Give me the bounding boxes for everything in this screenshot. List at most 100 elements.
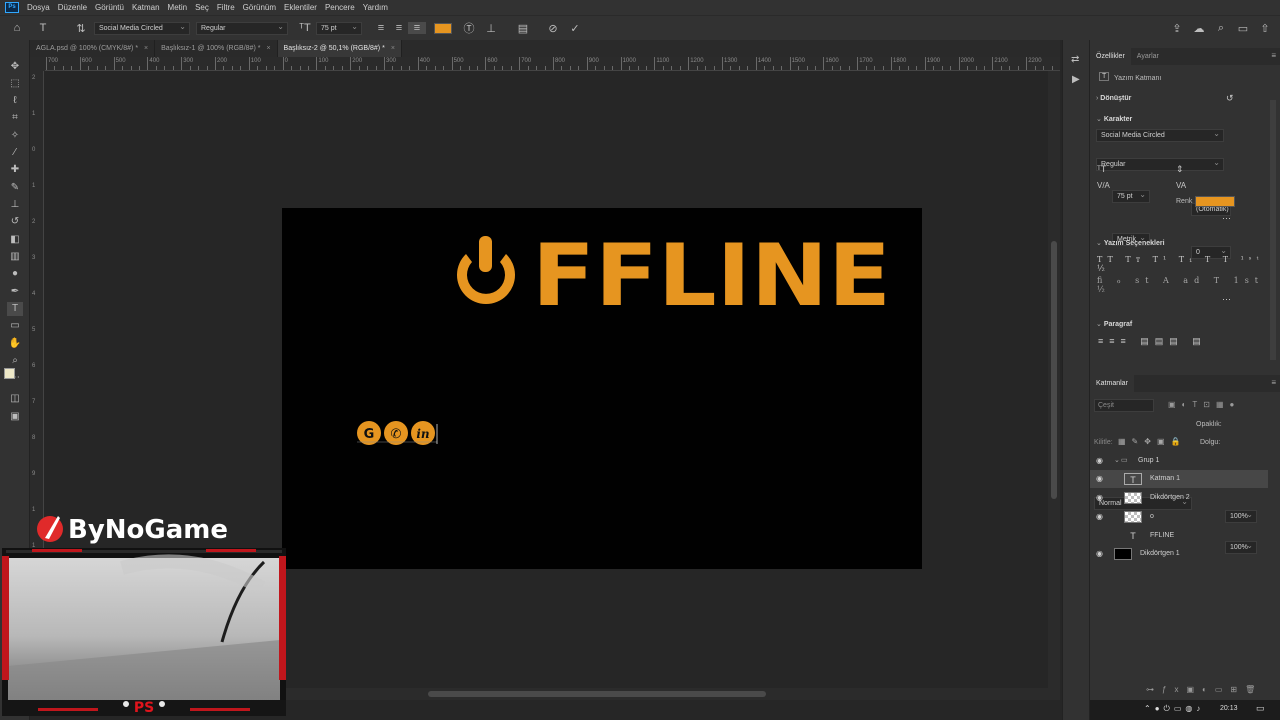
commit-check-icon[interactable]: ✓	[566, 22, 584, 35]
horizontal-scrollbar[interactable]	[285, 688, 1060, 700]
cancel-icon[interactable]: ⊘	[544, 22, 562, 35]
character-color-swatch[interactable]	[1195, 196, 1235, 207]
tab-katmanlar[interactable]: Katmanlar	[1090, 375, 1134, 392]
align-left-icon[interactable]: ≡	[372, 22, 390, 34]
type-orientation-icon[interactable]: ⇅	[72, 22, 90, 35]
section-transform[interactable]: Dönüştür	[1096, 95, 1131, 102]
foreground-color-swatch[interactable]	[4, 368, 15, 379]
align-right-icon[interactable]: ≡	[408, 22, 426, 34]
horizontal-ruler[interactable]: 700 600 500 400 300 200 100 0 100 200 300 400 500 600…	[45, 57, 1060, 71]
eraser-tool-icon[interactable]: ◧	[7, 233, 23, 247]
type-tool-active-icon[interactable]: T	[7, 302, 23, 316]
character-font-family[interactable]: Social Media Circled	[1096, 128, 1224, 142]
menu-goruntu[interactable]: Görüntü	[91, 3, 128, 12]
menu-sec[interactable]: Seç	[191, 3, 213, 12]
visibility-eye-icon[interactable]: ◉	[1096, 470, 1103, 488]
reset-transform-icon[interactable]: ↺	[1226, 93, 1234, 104]
healing-brush-tool-icon[interactable]: ✚	[7, 163, 23, 177]
layer-filter-input[interactable]: Çeşit	[1094, 399, 1154, 412]
gradient-tool-icon[interactable]: ▥	[7, 250, 23, 264]
close-icon[interactable]: ×	[266, 45, 270, 52]
notification-icon[interactable]: ▭	[1256, 703, 1265, 714]
panel-menu-icon[interactable]: ≡	[1271, 51, 1276, 60]
screen-mode-icon[interactable]: ▣	[7, 410, 23, 424]
share-icon[interactable]: ⇪	[1168, 22, 1186, 35]
character-font-style[interactable]: Regular	[1096, 157, 1224, 171]
close-icon[interactable]: ×	[391, 45, 395, 52]
more-options-icon[interactable]: ⋯	[1222, 213, 1231, 224]
panels-icon[interactable]: ▤	[514, 22, 532, 35]
opentype-buttons[interactable]: ﬁ ℴ st A ad T 1st ½	[1097, 276, 1280, 294]
zoom-tool-icon[interactable]: ⌕	[7, 354, 23, 368]
section-paragraph[interactable]: Paragraf	[1096, 320, 1132, 328]
layer-filter-icons[interactable]: ▣◐T⊡▦●	[1168, 400, 1240, 409]
tab-basliksiz-1[interactable]: Başlıksız-1 @ 100% (RGB/8#) * ×	[155, 40, 278, 57]
chevron-down-icon[interactable]: ⌄	[1114, 452, 1120, 470]
font-size-select[interactable]: 75 pt	[316, 21, 362, 35]
lock-icons[interactable]: ▦✎✥▣🔒	[1118, 437, 1186, 446]
layer-row[interactable]: ◉ ⌄ ▭ Grup 1	[1090, 452, 1268, 470]
type-tool-icon[interactable]: T	[34, 22, 52, 34]
visibility-eye-icon[interactable]: ◉	[1096, 452, 1103, 470]
3d-text-icon[interactable]: ⊥	[482, 22, 500, 35]
align-center-icon[interactable]: ≡	[390, 22, 408, 34]
tab-agla[interactable]: AGLA.psd @ 100% (CMYK/8#) * ×	[30, 40, 156, 57]
pen-tool-icon[interactable]: ✒	[7, 285, 23, 299]
marquee-tool-icon[interactable]: ⬚	[7, 77, 23, 91]
play-actions-icon[interactable]: ▶	[1072, 74, 1080, 85]
cloud-icon[interactable]: ☁	[1190, 22, 1208, 35]
layer-row[interactable]: T FFLINE	[1090, 527, 1268, 545]
dodge-tool-icon[interactable]: ●	[7, 267, 23, 281]
close-icon[interactable]: ×	[144, 45, 148, 52]
text-color-swatch[interactable]	[434, 22, 452, 34]
section-type-options[interactable]: Yazım Seçenekleri	[1096, 239, 1165, 247]
move-tool-icon[interactable]: ✥	[7, 60, 23, 74]
tab-basliksiz-2[interactable]: Başlıksız-2 @ 50,1% (RGB/8#) * ×	[277, 40, 402, 57]
menu-metin[interactable]: Metin	[164, 3, 192, 12]
type-style-buttons[interactable]: TT Tᴛ T¹ T₁ T T ¹ˢᵗ ½	[1097, 255, 1280, 273]
scroll-thumb[interactable]	[428, 691, 766, 697]
properties-scrollbar[interactable]	[1270, 100, 1276, 360]
more-type-options-icon[interactable]: ⋯	[1222, 294, 1231, 305]
layer-row-selected[interactable]: ◉ T Katman 1	[1090, 470, 1268, 488]
workspace-icon[interactable]: ▭	[1234, 22, 1252, 35]
eyedropper-tool-icon[interactable]: ⁄	[7, 146, 23, 160]
layer-footer-icons[interactable]: ⊶ƒx▣◐▭⊞🗑	[1146, 685, 1263, 694]
magic-wand-tool-icon[interactable]: ✧	[7, 129, 23, 143]
menu-yardim[interactable]: Yardım	[359, 3, 392, 12]
tab-ayarlar[interactable]: Ayarlar	[1131, 48, 1165, 65]
menu-gorunum[interactable]: Görünüm	[239, 3, 280, 12]
menu-katman[interactable]: Katman	[128, 3, 164, 12]
layers-menu-icon[interactable]: ≡	[1271, 378, 1276, 387]
lasso-tool-icon[interactable]: ℓ	[7, 94, 23, 108]
visibility-eye-icon[interactable]: ◉	[1096, 508, 1103, 526]
paragraph-align-buttons[interactable]: ≡≡≡ ▤▤▤ ▤	[1098, 336, 1207, 347]
warp-text-icon[interactable]: Ⓣ	[460, 20, 478, 36]
tray-icons[interactable]: ⌃●⏻▭◍♪	[1144, 704, 1204, 714]
quick-mask-icon[interactable]: ◫	[7, 392, 23, 406]
visibility-eye-icon[interactable]: ◉	[1096, 489, 1103, 507]
home-icon[interactable]: ⌂	[8, 22, 26, 34]
layer-row[interactable]: ◉ Dikdörtgen 1	[1090, 545, 1268, 563]
menu-eklentiler[interactable]: Eklentiler	[280, 3, 321, 12]
font-family-select[interactable]: Social Media Circled	[94, 21, 190, 35]
font-style-select[interactable]: Regular	[196, 21, 288, 35]
character-font-size[interactable]: 75 pt	[1112, 189, 1150, 203]
visibility-eye-icon[interactable]: ◉	[1096, 545, 1103, 563]
history-panel-icon[interactable]: ⇄	[1071, 54, 1079, 65]
brush-tool-icon[interactable]: ✎	[7, 181, 23, 195]
share-image-icon[interactable]: ⇧	[1256, 22, 1274, 35]
hand-tool-icon[interactable]: ✋	[7, 337, 23, 351]
social-icons-text[interactable]: G ✆ in	[356, 420, 438, 446]
crop-tool-icon[interactable]: ⌗	[7, 111, 23, 125]
menu-duzenle[interactable]: Düzenle	[54, 3, 91, 12]
tab-ozellikler[interactable]: Özellikler	[1090, 48, 1131, 65]
layer-row[interactable]: ◉ Dikdörtgen 2	[1090, 489, 1268, 507]
stamp-tool-icon[interactable]: ⊥	[7, 198, 23, 212]
menu-filtre[interactable]: Filtre	[213, 3, 239, 12]
search-icon[interactable]: ⌕	[1212, 22, 1230, 35]
scroll-thumb[interactable]	[1051, 241, 1057, 499]
menu-pencere[interactable]: Pencere	[321, 3, 359, 12]
vertical-scrollbar[interactable]	[1048, 71, 1060, 688]
menu-dosya[interactable]: Dosya	[23, 3, 54, 12]
